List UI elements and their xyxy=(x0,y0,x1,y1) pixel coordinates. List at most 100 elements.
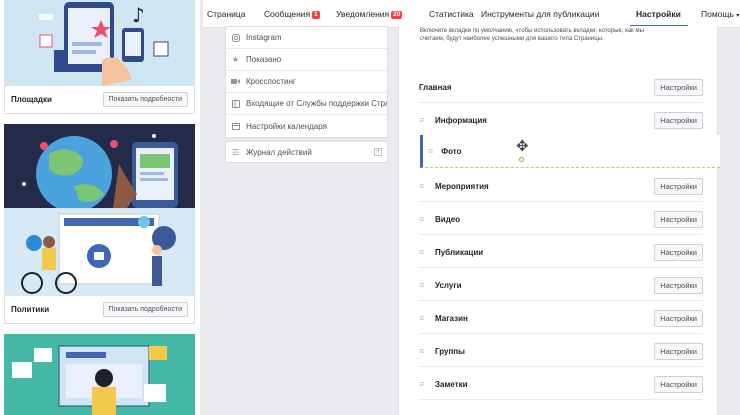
row-divider xyxy=(419,234,703,235)
menu-item-crossposting[interactable]: Кросспостинг xyxy=(226,71,387,93)
drag-handle-icon[interactable]: ≡ xyxy=(419,182,427,191)
drag-handle-icon[interactable]: ≡ xyxy=(419,248,427,257)
tab-row-photos-dragging[interactable]: ≡ Фото xyxy=(420,135,720,168)
tab-row-events[interactable]: ≡ Мероприятия Настройки xyxy=(419,174,703,198)
row-divider xyxy=(419,333,703,334)
show-details-button[interactable]: Показать подробности xyxy=(102,302,188,317)
tab-settings-button[interactable]: Настройки xyxy=(654,210,703,228)
tab-row-shop[interactable]: ≡ Магазин Настройки xyxy=(419,306,703,330)
drag-handle-icon[interactable]: ≡ xyxy=(419,116,427,125)
card-illustration xyxy=(4,208,195,296)
card-title: Площадки xyxy=(11,95,52,104)
menu-item-label: Журнал действий xyxy=(246,147,312,157)
promo-cards-column: ♪ Площадки Показать подробности Политики… xyxy=(0,0,200,415)
tab-label: Заметки xyxy=(435,379,468,389)
tab-settings-button[interactable]: Настройки xyxy=(654,375,703,393)
star-icon: ★ xyxy=(231,55,240,64)
tab-row-notes[interactable]: ≡ Заметки Настройки xyxy=(419,372,703,396)
video-icon xyxy=(231,77,240,86)
svg-text:♪: ♪ xyxy=(132,3,145,27)
nav-tab-publishing-tools[interactable]: Инструменты для публикации xyxy=(481,9,599,19)
nav-tab-settings[interactable]: Настройки xyxy=(636,9,681,19)
page-top-nav: Страница Сообщения 1 Уведомления 20 Статис… xyxy=(203,0,740,28)
drop-target-indicator xyxy=(519,157,524,162)
messages-badge: 1 xyxy=(312,11,320,19)
promo-card-venues: ♪ Площадки Показать подробности xyxy=(4,0,195,114)
tab-settings-button[interactable]: Настройки xyxy=(654,78,703,96)
settings-menu: Instagram ★ Показано Кросспостинг Входящ… xyxy=(225,26,388,138)
tab-row-services[interactable]: ≡ Услуги Настройки xyxy=(419,273,703,297)
show-details-button[interactable]: Показать подробности xyxy=(102,92,188,107)
tabs-settings-panel: Включите вкладки по умолчанию, чтобы исп… xyxy=(398,26,720,415)
nav-tab-insights[interactable]: Статистика xyxy=(429,9,474,19)
menu-item-label: Кросспостинг xyxy=(246,77,296,86)
tab-settings-button[interactable]: Настройки xyxy=(654,342,703,360)
nav-tab-label: Помощь xyxy=(701,9,734,19)
card-illustration: ♪ xyxy=(4,0,195,86)
promo-card-globe xyxy=(4,124,195,208)
row-divider xyxy=(419,201,703,202)
drag-handle-icon[interactable]: ≡ xyxy=(419,314,427,323)
tab-settings-button[interactable]: Настройки xyxy=(654,309,703,327)
tab-settings-button[interactable]: Настройки xyxy=(654,243,703,261)
tab-label: Публикации xyxy=(435,247,484,257)
tab-label: Услуги xyxy=(435,280,462,290)
tab-label: Главная xyxy=(419,82,452,92)
promo-card-policies: Политики Показать подробности xyxy=(4,208,195,324)
card-illustration xyxy=(4,334,195,415)
tab-label: Видео xyxy=(435,214,461,224)
expand-icon[interactable]: + xyxy=(374,148,382,156)
tab-settings-button[interactable]: Настройки xyxy=(654,177,703,195)
row-divider xyxy=(419,399,703,400)
nav-tab-page[interactable]: Страница xyxy=(207,9,246,19)
nav-tab-messages[interactable]: Сообщения 1 xyxy=(264,9,320,19)
tab-label: Мероприятия xyxy=(435,181,489,191)
row-divider xyxy=(419,102,703,103)
menu-item-activity-log[interactable]: ☰ Журнал действий + xyxy=(225,141,388,163)
list-icon: ☰ xyxy=(231,147,240,157)
inbox-icon xyxy=(231,99,240,108)
card-illustration xyxy=(4,124,195,208)
tab-row-posts[interactable]: ≡ Публикации Настройки xyxy=(419,240,703,264)
drag-handle-icon[interactable]: ≡ xyxy=(419,347,427,356)
menu-item-featured[interactable]: ★ Показано xyxy=(226,49,387,71)
tab-row-groups[interactable]: ≡ Группы Настройки xyxy=(419,339,703,363)
menu-item-instagram[interactable]: Instagram xyxy=(226,27,387,49)
row-divider xyxy=(419,300,703,301)
nav-tab-help[interactable]: Помощь ▾ xyxy=(701,9,739,19)
tab-settings-button[interactable]: Настройки xyxy=(654,111,703,129)
menu-item-calendar-settings[interactable]: Настройки календаря xyxy=(226,115,387,137)
nav-tab-label: Уведомления xyxy=(336,9,390,19)
drag-handle-icon[interactable]: ≡ xyxy=(428,146,433,156)
drag-handle-icon[interactable]: ≡ xyxy=(419,380,427,389)
chevron-down-icon: ▾ xyxy=(736,13,740,19)
tab-row-home: Главная Настройки xyxy=(419,75,703,99)
tab-label: Информация xyxy=(435,115,487,125)
instagram-icon xyxy=(231,33,240,42)
drag-handle-icon[interactable]: ≡ xyxy=(419,215,427,224)
drag-handle-icon[interactable]: ≡ xyxy=(419,281,427,290)
notifications-badge: 20 xyxy=(391,11,403,19)
calendar-icon xyxy=(231,122,240,131)
tab-settings-button[interactable]: Настройки xyxy=(654,276,703,294)
card-footer: Политики Показать подробности xyxy=(4,296,195,324)
menu-item-label: Входящие от Службы поддержки Страни xyxy=(246,99,387,108)
card-footer: Площадки Показать подробности xyxy=(4,86,195,114)
tab-label: Магазин xyxy=(435,313,468,323)
row-divider xyxy=(419,267,703,268)
menu-item-label: Показано xyxy=(246,55,282,64)
promo-card-shop xyxy=(4,334,195,415)
menu-item-label: Instagram xyxy=(246,33,282,42)
tab-label: Фото xyxy=(441,146,462,156)
tab-label: Группы xyxy=(435,346,465,356)
card-title: Политики xyxy=(11,305,50,314)
menu-item-label: Настройки календаря xyxy=(246,121,327,131)
tab-row-videos[interactable]: ≡ Видео Настройки xyxy=(419,207,703,231)
move-cursor-icon: ✥ xyxy=(516,138,529,155)
row-divider xyxy=(419,366,703,367)
nav-tab-label: Сообщения xyxy=(264,9,311,19)
tabs-description: Включите вкладки по умолчанию, чтобы исп… xyxy=(420,28,644,42)
menu-item-support-inbox[interactable]: Входящие от Службы поддержки Страни xyxy=(226,93,387,115)
nav-tab-notifications[interactable]: Уведомления 20 xyxy=(336,9,403,19)
tab-row-info[interactable]: ≡ Информация Настройки xyxy=(419,108,703,132)
